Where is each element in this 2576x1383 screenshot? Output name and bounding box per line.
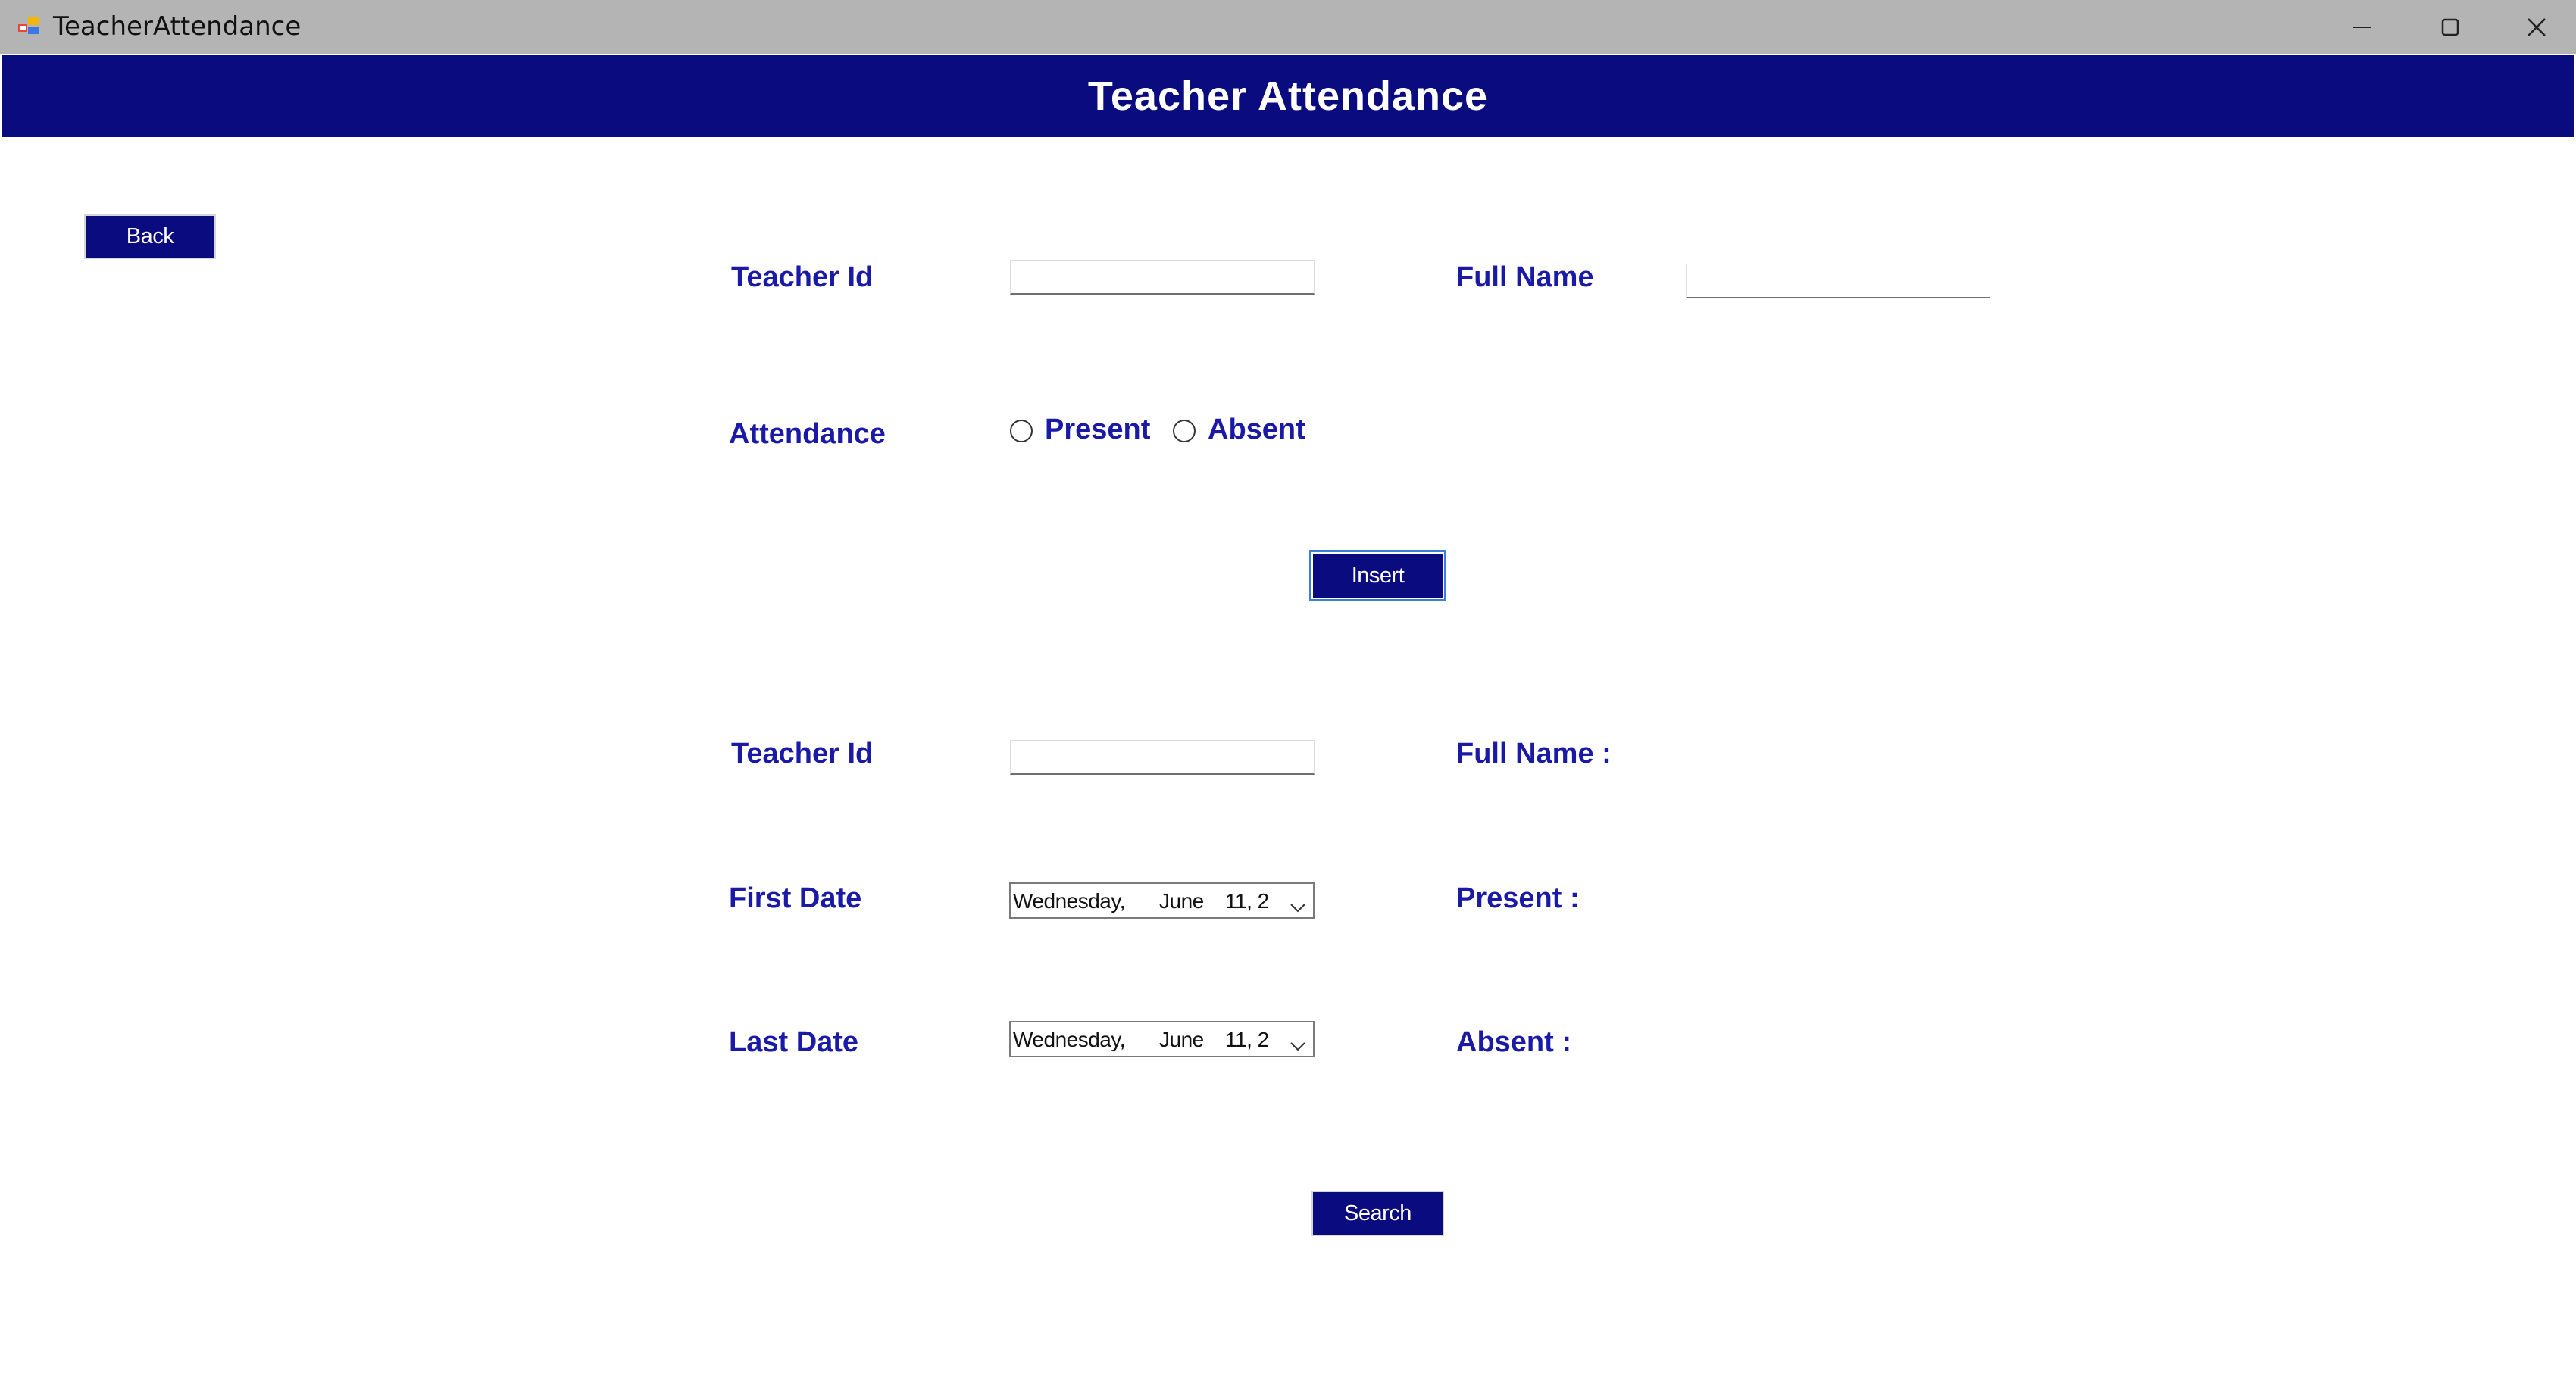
page-title: Teacher Attendance — [1087, 73, 1489, 119]
minimize-button[interactable] — [2318, 0, 2406, 54]
maximize-button[interactable] — [2406, 0, 2494, 54]
first-date-picker[interactable]: Wednesday, June 11, 2 — [1009, 882, 1315, 919]
app-window: TeacherAttendance Teacher Attendance Bac… — [0, 0, 2576, 1383]
close-icon — [2526, 17, 2547, 38]
minimize-icon — [2352, 17, 2373, 38]
close-button[interactable] — [2493, 0, 2576, 54]
search-teacher-id-input[interactable] — [1010, 740, 1315, 775]
full-name-input[interactable] — [1686, 264, 1990, 298]
teacher-id-input[interactable] — [1010, 260, 1315, 295]
chevron-down-icon[interactable] — [1289, 895, 1307, 917]
last-date-label: Last Date — [729, 1026, 859, 1058]
insert-button[interactable]: Insert — [1309, 550, 1446, 601]
window-title: TeacherAttendance — [53, 11, 302, 42]
last-date-weekday: Wednesday, — [1013, 1028, 1126, 1051]
absent-radio[interactable] — [1173, 420, 1196, 442]
full-name-label: Full Name — [1456, 261, 1594, 293]
back-button[interactable]: Back — [84, 214, 216, 259]
attendance-label: Attendance — [729, 418, 886, 450]
app-icon — [17, 15, 42, 38]
present-radio[interactable] — [1010, 420, 1033, 442]
present-result-label: Present : — [1456, 882, 1580, 914]
present-option-label[interactable]: Present — [1045, 414, 1150, 446]
full-name-result-label: Full Name : — [1456, 738, 1612, 770]
absent-result-label: Absent : — [1456, 1026, 1571, 1058]
maximize-icon — [2440, 17, 2461, 38]
first-date-day: 11, 2 — [1225, 889, 1269, 913]
search-teacher-id-label: Teacher Id — [731, 738, 874, 770]
absent-option-label[interactable]: Absent — [1208, 414, 1305, 446]
first-date-month: June — [1159, 889, 1204, 913]
teacher-id-label: Teacher Id — [731, 261, 874, 293]
last-date-picker[interactable]: Wednesday, June 11, 2 — [1009, 1021, 1315, 1057]
page-header: Teacher Attendance — [2, 55, 2574, 137]
last-date-month: June — [1159, 1028, 1204, 1051]
first-date-weekday: Wednesday, — [1013, 889, 1126, 913]
first-date-label: First Date — [729, 882, 862, 914]
title-bar[interactable]: TeacherAttendance — [0, 0, 2576, 54]
search-button[interactable]: Search — [1311, 1191, 1444, 1236]
last-date-day: 11, 2 — [1225, 1028, 1269, 1051]
chevron-down-icon[interactable] — [1289, 1034, 1307, 1056]
